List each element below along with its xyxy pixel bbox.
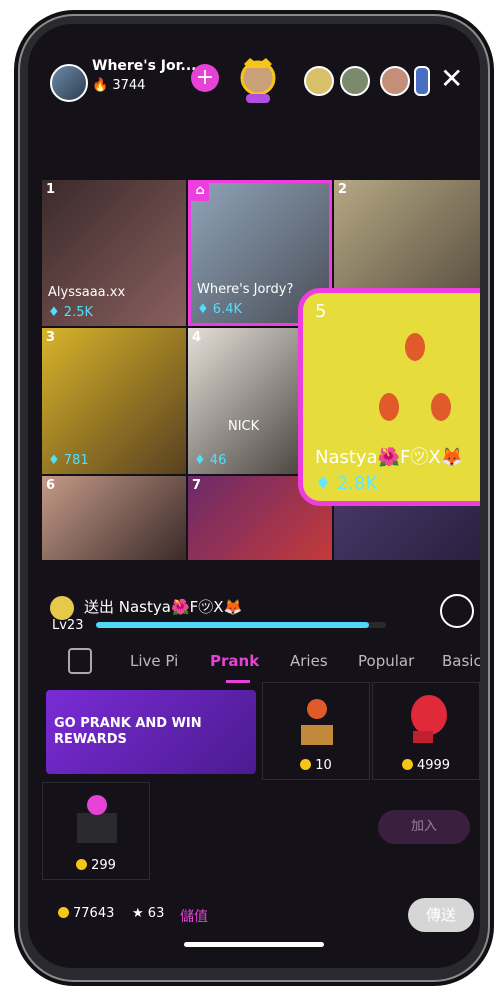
tab-basic[interactable]: Basic — [442, 652, 480, 670]
level-progress-fill — [96, 622, 369, 628]
join-button[interactable]: 加入 — [378, 810, 470, 844]
host-avatar[interactable] — [50, 64, 88, 102]
cell-name: Alyssaaa.xx — [48, 285, 126, 300]
coin-icon — [300, 759, 312, 770]
tab-live-pi[interactable]: Live Pi — [130, 652, 178, 670]
diamond-value: 2.5K — [63, 305, 93, 320]
cell-number: 4 — [192, 330, 202, 345]
featured-stream[interactable]: 5 Nastya🌺F㋡X🦊 ♦ 2.8K — [298, 288, 480, 506]
surprise-box-icon — [77, 795, 117, 843]
diamond-count: ♦ 6.4K — [197, 302, 242, 317]
cell-number: 2 — [338, 182, 348, 197]
coin-icon — [76, 859, 88, 870]
prank-banner[interactable]: GO PRANK AND WIN REWARDS — [46, 690, 256, 774]
diamond-count: ♦ 2.5K — [48, 305, 93, 320]
host-name[interactable]: Where's Jor... — [92, 58, 197, 74]
grid-cell[interactable]: 6 — [42, 476, 186, 560]
close-icon[interactable]: ✕ — [440, 62, 463, 95]
host-count: 🔥 3744 — [92, 78, 146, 93]
cell-number: 7 — [192, 478, 202, 493]
featured-name: Nastya🌺F㋡X🦊 — [315, 447, 464, 468]
diamond-value: 781 — [63, 453, 89, 468]
cell-name: NICK — [228, 419, 260, 434]
gift-price: 4999 — [373, 758, 479, 773]
home-icon: ⌂ — [191, 183, 209, 201]
diamond-count: ♦ 46 — [194, 453, 227, 468]
star-value: 63 — [147, 906, 165, 921]
viewer-avatar[interactable] — [304, 66, 334, 96]
gift-item[interactable]: 4999 — [372, 682, 480, 780]
cell-number: 1 — [46, 182, 56, 197]
viewer-avatar[interactable] — [340, 66, 370, 96]
tab-prank[interactable]: Prank — [210, 652, 259, 670]
grid-cell[interactable]: 3 ♦ 781 — [42, 328, 186, 474]
top-bar: Where's Jor... 🔥 3744 + ✕ — [28, 24, 480, 134]
star-balance: ★ 63 — [132, 906, 165, 921]
pineapple-icon — [379, 333, 451, 421]
cell-number: 3 — [46, 330, 56, 345]
gift-item[interactable]: 299 — [42, 782, 150, 880]
gift-notice: 送出 Nastya🌺F㋡X🦊 — [84, 598, 243, 616]
coin-icon — [401, 759, 413, 770]
follow-button[interactable]: + — [191, 64, 219, 92]
gift-price-value: 10 — [315, 758, 332, 773]
tab-popular[interactable]: Popular — [358, 652, 414, 670]
coin-balance: 77643 — [58, 906, 114, 921]
diamond-value: 46 — [209, 453, 227, 468]
crown-avatar-icon[interactable] — [234, 54, 282, 106]
coin-icon — [58, 907, 69, 918]
diamond-count: ♦ 2.8K — [315, 473, 378, 494]
diamond-count: ♦ 781 — [48, 453, 89, 468]
tab-aries[interactable]: Aries — [290, 652, 328, 670]
viewer-avatar[interactable] — [380, 66, 410, 96]
bag-icon[interactable] — [68, 648, 92, 674]
gift-price: 299 — [43, 858, 149, 873]
level-progress — [96, 622, 386, 628]
gift-price-value: 299 — [91, 858, 116, 873]
profile-card-icon[interactable] — [440, 594, 474, 628]
screen: Where's Jor... 🔥 3744 + ✕ 1 Alyssaaa.xx … — [28, 24, 480, 968]
viewer-avatar[interactable] — [414, 66, 430, 96]
gift-price: 10 — [263, 758, 369, 773]
gift-item[interactable]: 10 — [262, 682, 370, 780]
sender-avatar — [50, 596, 74, 620]
boxing-glove-icon — [411, 695, 447, 743]
tab-underline — [226, 680, 250, 683]
jester-box-icon — [301, 699, 333, 745]
host-count-value: 3744 — [112, 78, 146, 93]
cell-number: 6 — [46, 478, 56, 493]
cell-number: 5 — [315, 301, 327, 322]
join-label: 加入 — [410, 819, 437, 834]
coin-value: 77643 — [73, 906, 115, 921]
banner-text: GO PRANK AND WIN REWARDS — [54, 716, 202, 747]
cell-name: Where's Jordy? — [197, 282, 294, 297]
diamond-value: 2.8K — [336, 473, 378, 494]
topup-link[interactable]: 儲值 — [180, 906, 208, 926]
level-label: Lv23 — [52, 618, 84, 633]
grid-cell[interactable]: 1 Alyssaaa.xx ♦ 2.5K — [42, 180, 186, 326]
home-indicator — [184, 942, 324, 947]
diamond-value: 6.4K — [212, 302, 242, 317]
gift-price-value: 4999 — [416, 758, 451, 773]
send-button[interactable]: 傳送 — [408, 898, 474, 932]
